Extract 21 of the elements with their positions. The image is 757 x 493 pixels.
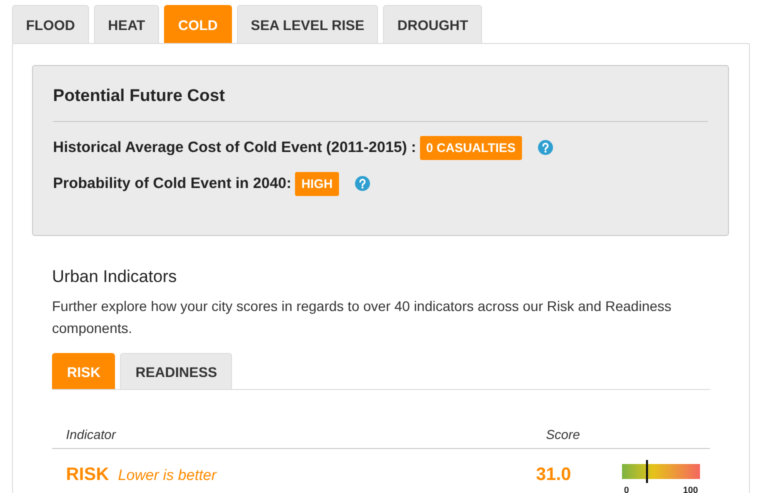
hazard-tab[interactable]: FLOOD [12, 5, 89, 43]
value-badge: 0 CASUALTIES [420, 136, 522, 160]
indicator-note: Lower is better [118, 466, 216, 484]
column-header: Score [546, 427, 580, 442]
help-icon[interactable] [354, 176, 370, 191]
score-value: 31.0 [536, 464, 572, 484]
value-badge: HIGH [295, 172, 339, 196]
scale-label: 100 [682, 484, 698, 493]
scale-label: 0 [624, 484, 630, 493]
hazard-tab[interactable]: DROUGHT [383, 5, 482, 43]
section-description: Further explore how your city scores in regards to over 40 indicators across our Risk and Readiness components. [52, 297, 672, 338]
hazard-tab[interactable]: HEAT [94, 5, 160, 43]
cost-label: Probability of Cold Event in 2040: [53, 175, 292, 192]
panel-title: Potential Future Cost [53, 86, 226, 106]
column-header: Indicator [65, 427, 118, 442]
indicator-tab[interactable]: READINESS [120, 353, 232, 389]
section-title: Urban Indicators [52, 267, 178, 287]
help-icon[interactable] [538, 140, 553, 155]
hazard-tab[interactable]: SEA LEVEL RISE [236, 5, 378, 43]
indicator-name: RISK [66, 464, 110, 484]
cost-label: Historical Average Cost of Cold Event (2011-2015) : [53, 139, 416, 156]
